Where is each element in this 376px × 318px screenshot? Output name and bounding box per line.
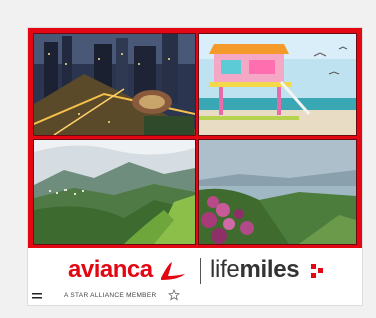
photo-lake-hills [198, 139, 357, 245]
logo-divider [200, 258, 201, 284]
star-alliance-icon [168, 289, 180, 301]
menu-icon[interactable] [32, 292, 42, 300]
lifemiles-logo-text: lifemiles [210, 256, 300, 283]
avianca-logo-text: avianca [68, 256, 153, 283]
photo-mountain-valley [33, 139, 196, 245]
star-alliance-row: A STAR ALLIANCE MEMBER [28, 289, 362, 304]
ad-banner[interactable]: avianca lifemiles A STAR ALLIANCE MEMBER [28, 28, 362, 305]
photo-city-aerial [33, 33, 196, 136]
photo-beach-tower [198, 33, 357, 136]
star-alliance-tagline: A STAR ALLIANCE MEMBER [64, 292, 157, 299]
lifemiles-dots-icon [311, 264, 323, 278]
photo-collage [28, 28, 362, 248]
avianca-wing-icon [161, 262, 185, 280]
brand-logos: avianca lifemiles [28, 252, 362, 288]
